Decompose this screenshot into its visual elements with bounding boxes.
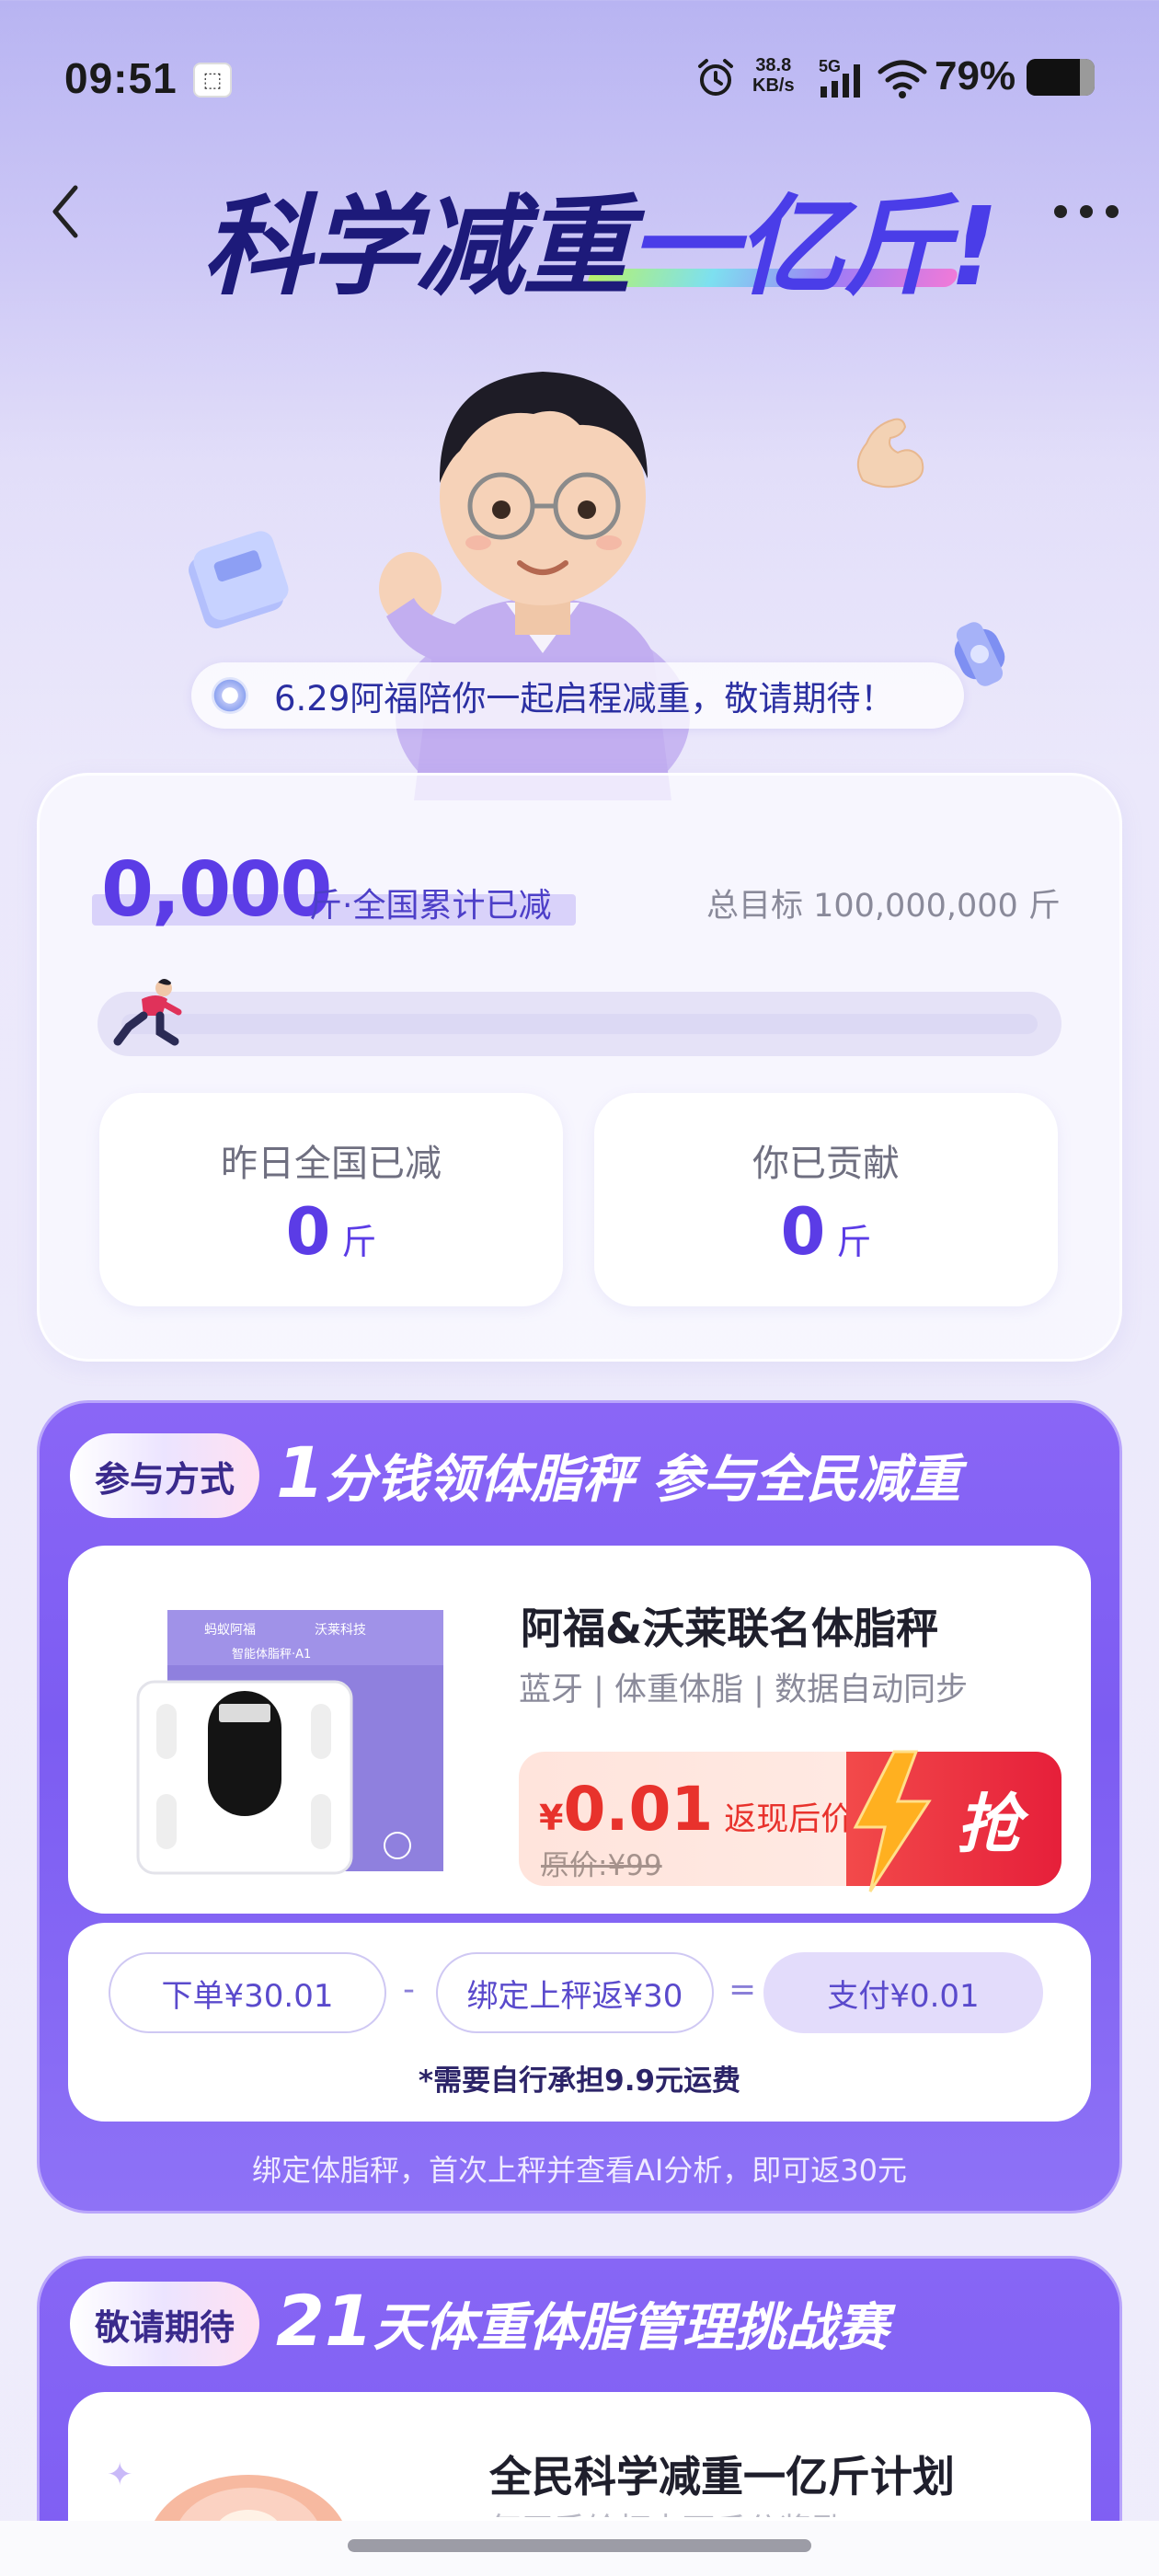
yesterday-reduced-card: 昨日全国已减 0斤 — [99, 1093, 563, 1306]
mascot-character-illustration — [379, 372, 690, 800]
alarm-clock-icon — [698, 59, 733, 96]
formula-minus-sign: - — [403, 1971, 415, 2008]
battery-empty — [1080, 59, 1095, 96]
network-type-label: 5G — [819, 57, 841, 75]
product-tags: 蓝牙 | 体重体脂 | 数据自动同步 — [519, 1672, 969, 1708]
shipping-fee-note: *需要自行承担9.9元运费 — [418, 2064, 741, 2098]
home-indicator[interactable] — [348, 2539, 811, 2552]
wifi-icon — [878, 60, 927, 98]
participate-tag: 参与方式 — [70, 1433, 259, 1518]
total-reduced-value: 0,000 — [101, 846, 332, 934]
yesterday-reduced-value-row: 0斤 — [99, 1194, 563, 1270]
price-label: 返现后价 — [724, 1801, 854, 1838]
my-contribution-value-row: 0斤 — [594, 1194, 1058, 1270]
challenge-tag: 敬请期待 — [70, 2282, 259, 2366]
network-speed-value: 38.8 — [755, 55, 792, 75]
page-title: 科学减重一亿斤! — [202, 158, 999, 310]
battery-percent: 79% — [935, 53, 1016, 98]
product-box-model: 智能体脂秤·A1 — [232, 1648, 311, 1662]
price-value: 0.01 — [563, 1774, 714, 1845]
plan-subtitle: 每天手绘打卡可瓜分奖励 — [489, 2504, 843, 2517]
formula-pay-amount: 支付¥0.01 — [763, 1952, 1043, 2033]
announcement-dot-icon — [212, 677, 248, 714]
flexed-bicep-icon — [856, 418, 924, 489]
my-contribution-title: 你已贡献 — [752, 1143, 900, 1185]
yesterday-reduced-unit: 斤 — [341, 1222, 377, 1262]
product-box-brand-left: 蚂蚁阿福 — [204, 1623, 256, 1638]
challenge-title: 21天体重体脂管理挑战赛 — [276, 2280, 889, 2362]
network-speed-unit: KB/s — [752, 75, 795, 96]
yesterday-reduced-value: 0 — [285, 1194, 331, 1270]
battery-icon — [1027, 59, 1095, 96]
challenge-title-text: 天体重体脂管理挑战赛 — [373, 2298, 889, 2358]
page-title-part1: 科学减重 — [202, 183, 631, 310]
lightning-bolt-icon — [853, 1750, 932, 1892]
my-contribution-unit: 斤 — [836, 1222, 872, 1262]
status-time: 09:51 — [64, 54, 178, 102]
notification-app-icon: ⬚ — [193, 63, 232, 98]
challenge-title-number: 21 — [276, 2280, 373, 2362]
progress-bar-track — [121, 1014, 1038, 1034]
formula-bind-cashback: 绑定上秤返¥30 — [436, 1952, 714, 2033]
body-fat-scale-product-image[interactable]: 蚂蚁阿福 沃莱科技 智能体脂秤·A1 — [131, 1601, 453, 1877]
network-speed: 38.8 KB/s — [752, 55, 795, 96]
product-box-brand-right: 沃莱科技 — [315, 1623, 366, 1638]
cashback-note: 绑定体脂秤，首次上秤并查看AI分析，即可返30元 — [251, 2153, 908, 2188]
battery-fill — [1027, 59, 1080, 96]
my-contribution-card: 你已贡献 0斤 — [594, 1093, 1058, 1306]
announcement-text: 6.29阿福陪你一起启程减重，敬请期待！ — [274, 679, 895, 719]
formula-order-price: 下单¥30.01 — [109, 1952, 386, 2033]
price-main: ¥0.01 返现后价 — [539, 1774, 853, 1845]
page-title-part2: 一亿斤! — [629, 183, 999, 310]
runner-icon — [113, 979, 182, 1046]
cellular-signal-icon: 5G — [819, 57, 860, 98]
goal-text: 总目标 100,000,000 斤 — [706, 888, 1061, 925]
participate-title: 1分钱领体脂秤 参与全民减重 — [276, 1432, 960, 1513]
price-currency: ¥ — [539, 1798, 564, 1838]
participate-title-number: 1 — [276, 1432, 325, 1513]
product-name: 阿福&沃莱联名体脂秤 — [521, 1604, 939, 1653]
plan-title: 全民科学减重一亿斤计划 — [489, 2452, 955, 2501]
original-price: 原价:¥99 — [541, 1849, 662, 1882]
bathroom-scale-decoration-icon — [189, 531, 289, 629]
formula-equals-sign: = — [729, 1971, 757, 2008]
more-options-icon[interactable] — [1054, 193, 1119, 230]
back-arrow-icon[interactable] — [40, 175, 92, 248]
participate-title-text: 分钱领体脂秤 参与全民减重 — [324, 1450, 961, 1510]
yesterday-reduced-title: 昨日全国已减 — [221, 1143, 442, 1185]
total-reduced-label: 斤·全国累计已减 — [309, 887, 552, 925]
my-contribution-value: 0 — [780, 1194, 826, 1270]
announcement-banner: 6.29阿福陪你一起启程减重，敬请期待！ — [191, 662, 964, 729]
